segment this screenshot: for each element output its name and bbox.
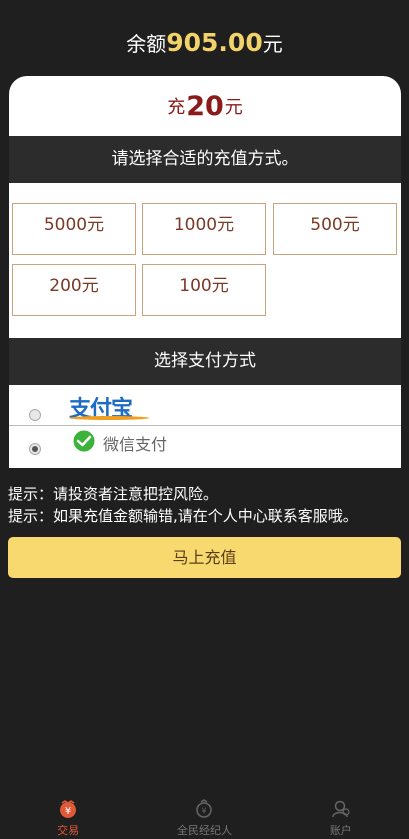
tips: 提示：请投资者注意把控风险。 提示：如果充值金额输错,请在个人中心联系客服哦。 bbox=[8, 483, 403, 527]
tip-risk: 提示：请投资者注意把控风险。 bbox=[8, 485, 219, 503]
selected-charge: 充 20 元 bbox=[9, 76, 401, 136]
wechat-label: 微信支付 bbox=[103, 435, 168, 454]
amount-grid: 5000元 1000元 500元 200元 100元 bbox=[9, 183, 401, 338]
recharge-card: 充 20 元 请选择合适的充值方式。 5000元 1000元 500元 200元 1… bbox=[9, 76, 401, 468]
alipay-radio[interactable] bbox=[29, 409, 41, 421]
wechat-icon bbox=[73, 430, 95, 452]
svg-text:¥: ¥ bbox=[65, 806, 71, 817]
amount-section-title: 请选择合适的充值方式。 bbox=[9, 136, 401, 183]
wechat-radio[interactable] bbox=[29, 443, 41, 455]
amount-option-5000[interactable]: 5000元 bbox=[12, 203, 136, 255]
charge-suffix: 元 bbox=[224, 97, 243, 118]
balance-suffix: 元 bbox=[262, 32, 283, 56]
tip-contact: 提示：如果充值金额输错,请在个人中心联系客服哦。 bbox=[8, 507, 358, 525]
account-icon bbox=[332, 800, 350, 818]
tab-trade-label: 交易 bbox=[57, 824, 80, 837]
charge-amount: 20 bbox=[186, 90, 224, 122]
balance-display: 余额905.00元 bbox=[0, 28, 409, 57]
tab-trade[interactable]: ¥ 交易 bbox=[0, 795, 136, 839]
amount-option-200[interactable]: 200元 bbox=[12, 264, 136, 316]
charge-prefix: 充 bbox=[167, 97, 186, 118]
balance-amount: 905.00 bbox=[166, 28, 263, 57]
amount-option-100[interactable]: 100元 bbox=[142, 264, 266, 316]
tab-broker[interactable]: ¥ 全民经纪人 bbox=[136, 795, 272, 839]
tab-broker-label: 全民经纪人 bbox=[176, 824, 232, 837]
broker-icon: ¥ bbox=[196, 799, 213, 818]
payment-section-title: 选择支付方式 bbox=[9, 338, 401, 385]
payment-option-wechat[interactable]: 微信支付 bbox=[9, 426, 401, 467]
alipay-logo-swoosh bbox=[69, 416, 149, 420]
amount-option-500[interactable]: 500元 bbox=[273, 203, 397, 255]
tab-account-label: 账户 bbox=[329, 824, 352, 837]
tab-account[interactable]: 账户 bbox=[273, 795, 409, 839]
recharge-submit-button[interactable]: 马上充值 bbox=[8, 537, 401, 578]
balance-prefix: 余额 bbox=[126, 32, 167, 56]
bottom-tab-bar: ¥ 交易 ¥ 全民经纪人 账户 bbox=[0, 795, 409, 839]
amount-option-1000[interactable]: 1000元 bbox=[142, 203, 266, 255]
trade-icon: ¥ bbox=[60, 800, 77, 818]
payment-option-alipay[interactable]: 支付宝 bbox=[9, 385, 401, 426]
svg-text:¥: ¥ bbox=[202, 807, 207, 816]
